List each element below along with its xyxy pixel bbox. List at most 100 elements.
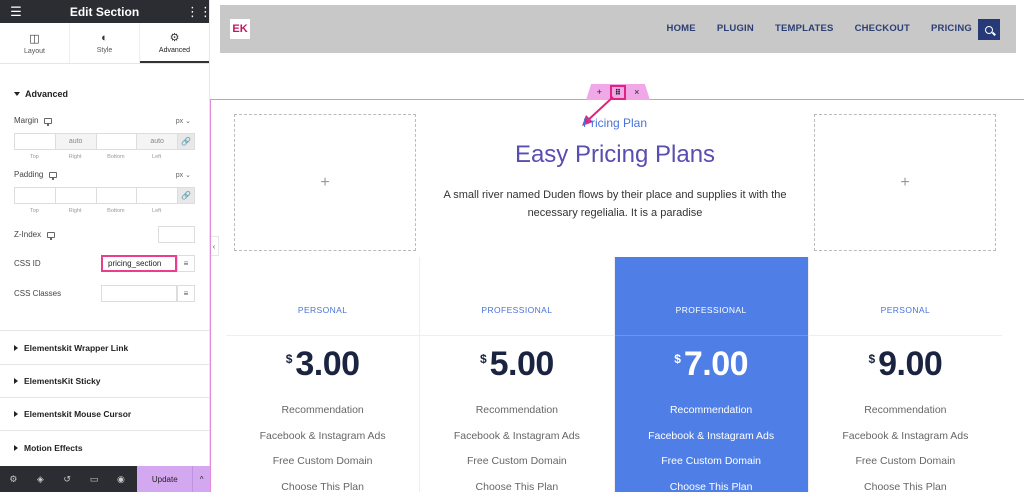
link-values-icon[interactable]: 🔗 <box>177 187 195 204</box>
unit-text: px <box>175 172 184 179</box>
empty-column-left[interactable]: + <box>234 114 416 251</box>
divider <box>614 335 808 336</box>
settings-icon[interactable]: ⚙ <box>0 474 27 485</box>
padding-bottom-input[interactable] <box>95 187 137 204</box>
currency-symbol: $ <box>285 352 293 366</box>
padding-left-input[interactable] <box>136 187 177 204</box>
currency-symbol: $ <box>674 352 681 366</box>
desktop-icon[interactable] <box>47 231 56 240</box>
tab-label: Style <box>96 47 113 54</box>
nav-plugin[interactable]: PLUGIN <box>717 23 754 34</box>
choose-plan-link[interactable]: Choose This Plan <box>615 481 808 492</box>
hamburger-menu-icon[interactable]: ☰ <box>9 5 23 18</box>
css-id-label: CSS ID <box>14 259 41 268</box>
unit-text: px <box>175 118 184 125</box>
padding-side-labels: Top Right Bottom Left <box>14 208 177 214</box>
padding-top-input[interactable] <box>14 187 55 204</box>
plan-card: PERSONAL $9.00 Recommendation Facebook &… <box>808 257 1002 492</box>
currency-symbol: $ <box>479 352 487 366</box>
desktop-icon[interactable] <box>49 171 58 180</box>
price-amount: 7.00 <box>683 345 749 383</box>
nav-checkout[interactable]: CHECKOUT <box>855 23 910 34</box>
section-label: Motion Effects <box>24 443 83 453</box>
margin-inputs: auto auto 🔗 <box>14 133 195 150</box>
advanced-section-toggle[interactable]: Advanced <box>14 89 209 99</box>
chevron-up-icon[interactable]: ^ <box>192 466 211 492</box>
update-button[interactable]: Update <box>137 466 193 492</box>
search-button[interactable] <box>978 19 1000 40</box>
add-element-icon[interactable]: + <box>900 174 909 192</box>
divider <box>0 364 209 365</box>
padding-unit-select[interactable]: px ⌄ <box>176 171 191 179</box>
plan-price: $3.00 <box>226 345 419 384</box>
responsive-icon[interactable]: ▭ <box>81 474 108 485</box>
zindex-label-row: Z-Index <box>14 230 56 240</box>
section-toggle-mouse-cursor[interactable]: Elementskit Mouse Cursor <box>14 409 131 419</box>
plan-feature: Free Custom Domain <box>466 455 567 467</box>
preview-eye-icon[interactable]: ◉ <box>108 474 135 485</box>
plan-feature: Facebook & Instagram Ads <box>259 430 386 442</box>
dynamic-tags-icon[interactable]: ≡ <box>177 285 195 302</box>
site-navbar: EK HOME PLUGIN TEMPLATES CHECKOUT PRICIN… <box>220 5 1016 53</box>
margin-bottom-input[interactable] <box>95 133 137 150</box>
side-label: Bottom <box>107 208 125 214</box>
divider <box>0 330 209 331</box>
divider <box>0 430 209 431</box>
plan-card-featured: PROFESSIONAL $7.00 Recommendation Facebo… <box>614 257 809 492</box>
choose-plan-link[interactable]: Choose This Plan <box>226 481 419 492</box>
panel-footer: ⚙ ◈ ↺ ▭ ◉ Update ^ <box>0 466 211 492</box>
divider <box>0 397 209 398</box>
padding-inputs: 🔗 <box>14 187 195 204</box>
margin-right-input[interactable]: auto <box>54 133 96 150</box>
site-logo[interactable]: EK <box>230 19 250 39</box>
margin-top-input[interactable] <box>14 133 55 150</box>
grid-apps-icon[interactable]: ⋮⋮ <box>186 5 212 18</box>
plan-feature: Free Custom Domain <box>661 455 762 467</box>
padding-right-input[interactable] <box>54 187 96 204</box>
choose-plan-link[interactable]: Choose This Plan <box>420 481 613 492</box>
caret-right-icon <box>14 411 18 417</box>
panel-tabs: ◫ Layout ◐ Style ⚙ Advanced <box>0 23 209 64</box>
side-label: Left <box>152 208 162 214</box>
nav-pricing[interactable]: PRICING <box>931 23 972 34</box>
section-toggle-wrapper-link[interactable]: Elementskit Wrapper Link <box>14 343 128 353</box>
plan-feature: Recommendation <box>281 404 364 416</box>
add-element-icon[interactable]: + <box>320 174 329 192</box>
layers-icon[interactable]: ◈ <box>27 474 54 485</box>
margin-left-input[interactable]: auto <box>136 133 177 150</box>
tab-label: Advanced <box>158 46 191 54</box>
dynamic-tags-icon[interactable]: ≡ <box>177 255 195 272</box>
side-label: Top <box>29 154 39 160</box>
history-icon[interactable]: ↺ <box>54 474 81 485</box>
css-classes-label: CSS Classes <box>14 289 62 298</box>
delete-section-icon[interactable]: × <box>634 87 639 97</box>
price-amount: 9.00 <box>878 345 943 383</box>
hero-title: Easy Pricing Plans <box>514 141 716 168</box>
plan-feature: Facebook & Instagram Ads <box>648 430 775 442</box>
plan-name: PERSONAL <box>880 305 931 315</box>
nav-templates[interactable]: TEMPLATES <box>775 23 834 34</box>
desktop-icon[interactable] <box>44 117 53 126</box>
plan-feature: Recommendation <box>669 404 753 416</box>
price-amount: 5.00 <box>489 345 555 383</box>
divider <box>808 335 1002 336</box>
caret-right-icon <box>14 345 18 351</box>
section-toggle-sticky[interactable]: ElementsKit Sticky <box>14 376 101 386</box>
section-toggle-motion-effects[interactable]: Motion Effects <box>14 443 83 453</box>
margin-unit-select[interactable]: px ⌄ <box>176 117 191 125</box>
plan-feature: Facebook & Instagram Ads <box>842 430 969 442</box>
tab-layout[interactable]: ◫ Layout <box>0 23 70 63</box>
choose-plan-link[interactable]: Choose This Plan <box>809 481 1002 492</box>
editor-app: ☰ Edit Section ⋮⋮ ◫ Layout ◐ Style ⚙ Adv… <box>0 0 1024 492</box>
zindex-input[interactable] <box>158 226 195 243</box>
tab-advanced[interactable]: ⚙ Advanced <box>140 23 209 63</box>
empty-column-right[interactable]: + <box>814 114 996 251</box>
gear-icon: ⚙ <box>169 31 180 44</box>
contrast-icon: ◐ <box>101 32 108 44</box>
tab-style[interactable]: ◐ Style <box>70 23 140 63</box>
css-classes-input[interactable] <box>101 285 177 302</box>
link-values-icon[interactable]: 🔗 <box>177 133 195 150</box>
nav-home[interactable]: HOME <box>667 23 696 34</box>
plan-card: PERSONAL $3.00 Recommendation Facebook &… <box>226 257 421 492</box>
css-id-input[interactable]: pricing_section <box>101 255 177 272</box>
